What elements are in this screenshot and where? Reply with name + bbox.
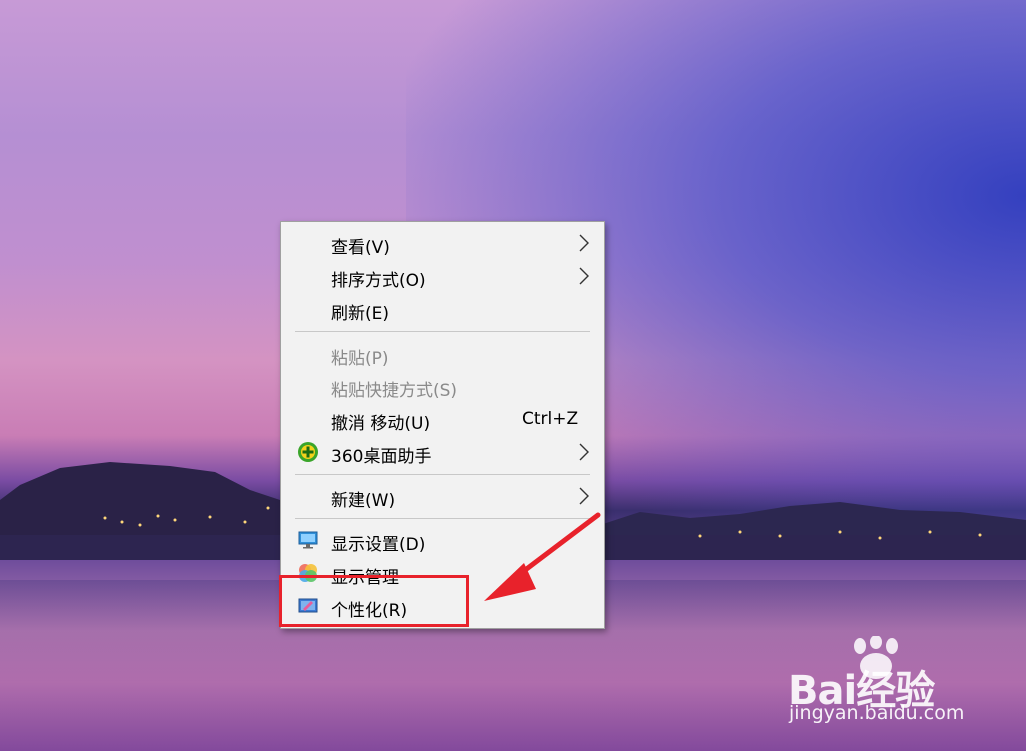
menu-separator — [295, 474, 590, 475]
menu-item-label: 查看(V) — [331, 238, 390, 258]
menu-item-label: 粘贴快捷方式(S) — [331, 381, 458, 401]
menu-item-label: 排序方式(O) — [331, 271, 426, 291]
display-settings-icon — [298, 531, 318, 549]
menu-item-360-desktop-assistant[interactable]: 360桌面助手 — [281, 436, 604, 468]
chevron-right-icon — [579, 443, 589, 461]
red-arrow-annotation — [484, 512, 601, 601]
menu-item-shortcut: Ctrl+Z — [522, 409, 579, 429]
menu-item-label: 360桌面助手 — [331, 447, 432, 467]
menu-item-label: 刷新(E) — [331, 304, 390, 324]
menu-item-label: 撤消 移动(U) — [331, 414, 431, 434]
highlight-annotation-box — [279, 575, 469, 627]
chevron-right-icon — [579, 267, 589, 285]
menu-item-label: 粘贴(P) — [331, 349, 389, 369]
menu-item-sort-by[interactable]: 排序方式(O) — [281, 260, 604, 292]
360-plus-icon — [298, 442, 318, 462]
menu-item-refresh[interactable]: 刷新(E) — [281, 293, 604, 325]
menu-separator — [295, 331, 590, 332]
menu-item-label: 新建(W) — [331, 491, 396, 511]
baidu-jingyan-watermark: Bai经验 jingyan.baidu.com — [786, 636, 1016, 736]
chevron-right-icon — [579, 487, 589, 505]
menu-item-undo-move[interactable]: 撤消 移动(U) Ctrl+Z — [281, 403, 604, 435]
menu-item-paste-shortcut[interactable]: 粘贴快捷方式(S) — [281, 370, 604, 402]
chevron-right-icon — [579, 234, 589, 252]
menu-item-view[interactable]: 查看(V) — [281, 227, 604, 259]
watermark-url: jingyan.baidu.com — [789, 702, 965, 724]
menu-item-paste[interactable]: 粘贴(P) — [281, 338, 604, 370]
menu-item-label: 显示设置(D) — [331, 535, 426, 555]
